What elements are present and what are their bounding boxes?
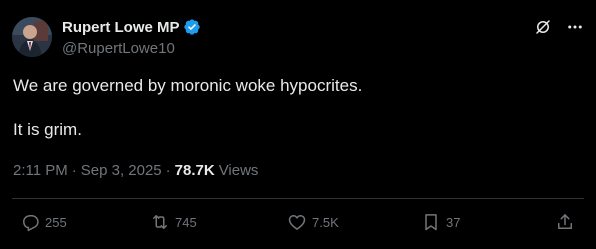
tweet-text: We are governed by moronic woke hypocrit…	[13, 75, 584, 141]
author-names: Rupert Lowe MP @RupertLowe10	[62, 17, 201, 57]
tweet-header: Rupert Lowe MP @RupertLowe10	[12, 17, 584, 61]
repost-count: 745	[175, 214, 197, 230]
display-name-row: Rupert Lowe MP	[62, 17, 201, 37]
views-count: 78.7K	[174, 162, 215, 179]
reply-count: 255	[45, 214, 67, 230]
more-options-icon[interactable]	[566, 18, 584, 36]
share-icon	[555, 212, 575, 232]
avatar[interactable]	[12, 17, 52, 57]
verified-badge-icon[interactable]	[183, 18, 201, 36]
divider	[12, 198, 584, 199]
like-button[interactable]: 7.5K	[287, 211, 339, 233]
display-name[interactable]: Rupert Lowe MP	[62, 19, 180, 36]
meta-separator: ·	[71, 162, 77, 179]
action-bar: 255 745 7.5K 37	[0, 211, 596, 233]
grok-icon[interactable]	[534, 18, 552, 36]
reply-button[interactable]: 255	[20, 211, 67, 233]
tweet-meta: 2:11 PM · Sep 3, 2025 · 78.7K Views	[13, 162, 258, 179]
reply-icon	[20, 212, 40, 232]
bookmark-count: 37	[446, 214, 461, 230]
views-label: Views	[218, 162, 259, 179]
like-count: 7.5K	[312, 214, 339, 230]
post-time[interactable]: 2:11 PM	[13, 162, 68, 179]
tweet-paragraph: We are governed by moronic woke hypocrit…	[13, 76, 363, 95]
heart-icon	[287, 212, 307, 232]
avatar-image	[12, 17, 52, 57]
repost-button[interactable]: 745	[150, 211, 197, 233]
post-date[interactable]: Sep 3, 2025	[81, 162, 162, 179]
header-actions	[534, 17, 584, 37]
bookmark-icon	[421, 212, 441, 232]
repost-icon	[150, 212, 170, 232]
share-button[interactable]	[555, 211, 575, 233]
tweet: Rupert Lowe MP @RupertLowe10 We are gove…	[0, 0, 596, 249]
bookmark-button[interactable]: 37	[421, 211, 460, 233]
tweet-paragraph: It is grim.	[13, 120, 82, 139]
author-handle[interactable]: @RupertLowe10	[62, 40, 201, 57]
meta-separator: ·	[165, 162, 171, 179]
